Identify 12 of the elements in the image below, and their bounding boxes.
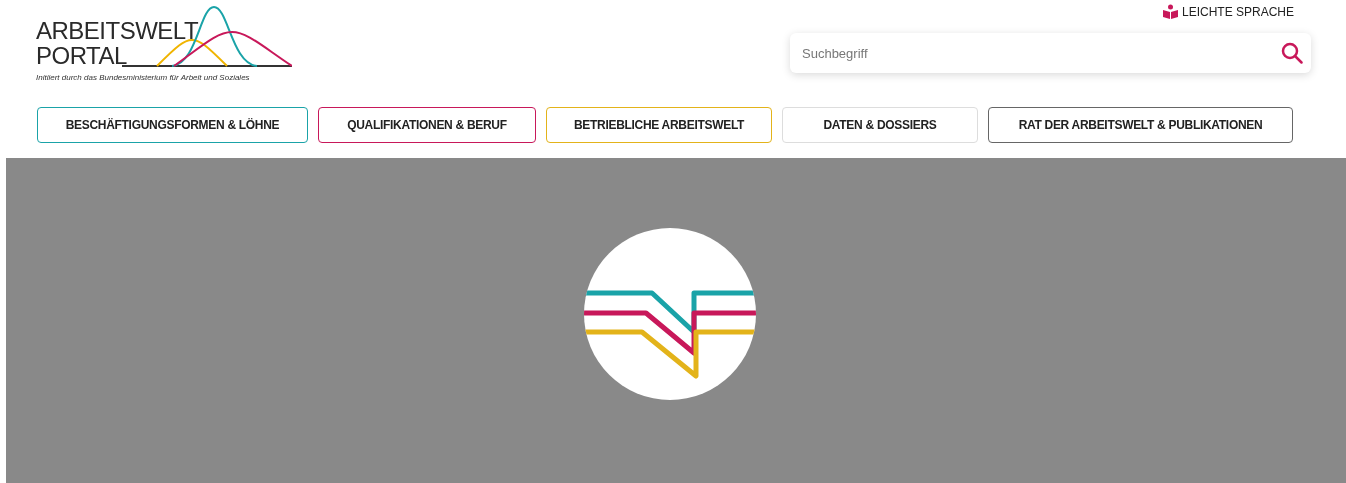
logo-title: ARBEITSWELT <box>36 18 199 43</box>
portal-emblem-icon <box>583 228 756 400</box>
search-field[interactable]: Suchbegriff <box>790 33 1311 73</box>
nav-button[interactable]: QUALIFIKATIONEN & BERUF <box>318 107 536 143</box>
nav-button[interactable]: DATEN & DOSSIERS <box>782 107 978 143</box>
logo-subtitle: Initiiert durch das Bundesministerium für Arbeit und Soziales <box>36 73 251 82</box>
nav-button[interactable]: BESCHÄFTIGUNGSFORMEN & LÖHNE <box>37 107 308 143</box>
book-reader-icon <box>1162 4 1178 19</box>
search-icon <box>1281 42 1303 64</box>
logo-title: PORTAL <box>36 43 128 68</box>
nav-button[interactable]: RAT DER ARBEITSWELT & PUBLIKATIONEN <box>988 107 1293 143</box>
nav-button[interactable]: BETRIEBLICHE ARBEITSWELT <box>546 107 772 143</box>
